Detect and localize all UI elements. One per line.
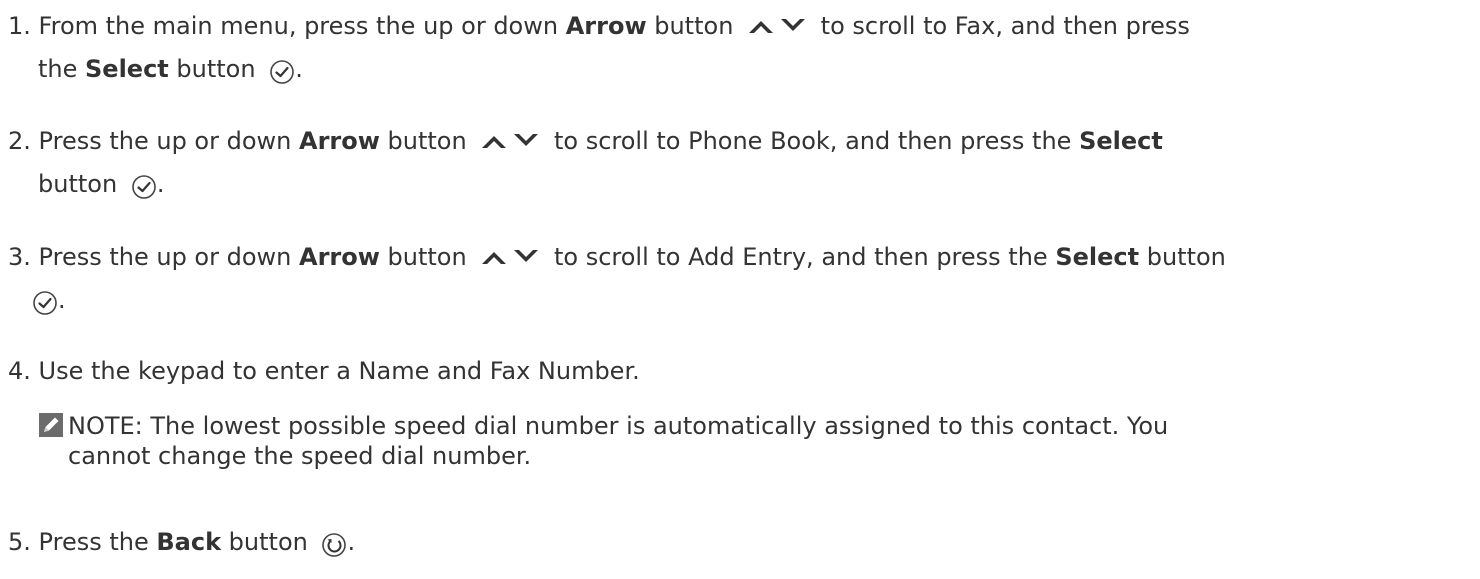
step-text: Press the up or down [38,243,299,271]
step-number: 2. [8,127,31,155]
step-text: Use the keypad to enter a Name and Fax N… [38,357,640,385]
step-text: button [38,170,118,198]
select-button-icon [131,174,157,200]
step-3-line-1: 3. Press the up or down Arrow button to … [8,242,1226,272]
note-text: cannot change the speed dial number. [68,442,532,470]
step-bold-label: Select [1079,127,1163,155]
note-line-1: NOTE: The lowest possible speed dial num… [38,411,1168,441]
step-text: Press the [38,528,157,556]
step-text: to scroll to Fax, and then press [813,12,1190,40]
step-2-line-1: 2. Press the up or down Arrow button to … [8,126,1163,156]
step-text: . [58,286,66,314]
select-button-icon [269,59,295,85]
step-text: button [221,528,308,556]
back-button-icon [321,532,347,558]
step-text: . [347,528,356,556]
step-bold-label: Arrow [299,127,380,155]
step-number: 5. [8,528,31,556]
step-number: 4. [8,357,31,385]
step-bold-label: Select [85,55,169,83]
step-number: 1. [8,12,31,40]
step-4-line-1: 4. Use the keypad to enter a Name and Fa… [8,356,640,386]
step-text: . [295,55,303,83]
step-bold-label: Arrow [299,243,380,271]
step-text: the [38,55,86,83]
step-text: button [1139,243,1226,271]
up-down-arrow-icon [747,13,809,37]
note-text: NOTE: The lowest possible speed dial num… [68,412,1169,440]
step-text: From the main menu, press the up or down [38,12,566,40]
step-text: Press the up or down [38,127,299,155]
step-bold-label: Select [1055,243,1140,271]
step-1-line-1: 1. From the main menu, press the up or d… [8,11,1190,41]
step-text: button [379,243,467,271]
step-text: button [646,12,734,40]
pencil-note-icon [38,412,64,438]
up-down-arrow-icon [480,128,542,152]
step-text: button [379,127,467,155]
note-line-2: cannot change the speed dial number. [68,441,531,471]
step-3-line-2: . [32,285,66,315]
step-text: button [168,55,256,83]
step-2-line-2: button . [38,169,164,199]
select-button-icon [32,290,58,316]
step-text: to scroll to Phone Book, and then press … [546,127,1080,155]
step-text: . [156,170,165,198]
step-bold-label: Back [156,528,222,556]
step-5-line-1: 5. Press the Back button . [8,527,355,557]
step-text: to scroll to Add Entry, and then press t… [546,243,1056,271]
step-1-line-2: the Select button . [38,54,303,84]
step-number: 3. [8,243,31,271]
step-bold-label: Arrow [565,12,647,40]
up-down-arrow-icon [480,244,542,268]
